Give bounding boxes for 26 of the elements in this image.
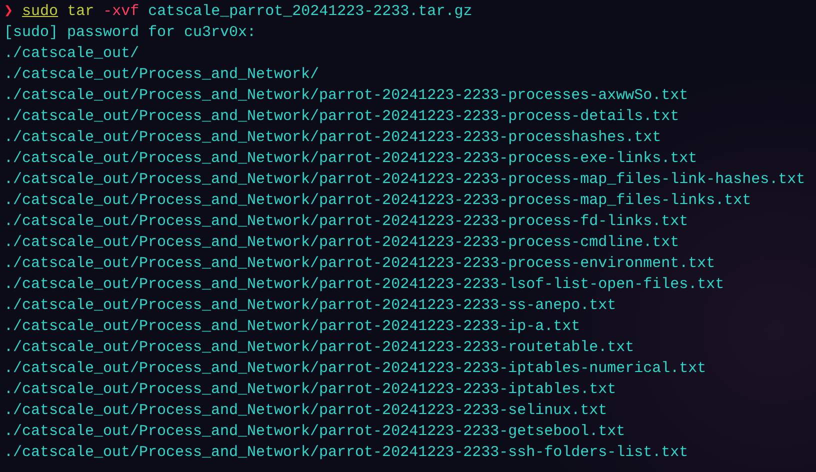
output-line: [sudo] password for cu3rv0x: xyxy=(4,24,256,41)
output-line: ./catscale_out/Process_and_Network/parrot-20241223-2233-processhashes.txt xyxy=(4,129,662,146)
output-line: ./catscale_out/Process_and_Network/parrot-20241223-2233-process-fd-links.txt xyxy=(4,213,688,230)
output-line: ./catscale_out/Process_and_Network/parrot-20241223-2233-iptables.txt xyxy=(4,381,616,398)
command-name: sudo xyxy=(22,3,58,20)
output-line: ./catscale_out/Process_and_Network/parrot-20241223-2233-process-map_files-links.txt xyxy=(4,192,752,209)
output-line: ./catscale_out/ xyxy=(4,45,140,62)
command-argument: catscale_parrot_20241223-2233.tar.gz xyxy=(148,3,472,20)
prompt-symbol: ❯ xyxy=(4,3,14,20)
output-line: ./catscale_out/Process_and_Network/parrot-20241223-2233-process-cmdline.txt xyxy=(4,234,680,251)
output-line: ./catscale_out/Process_and_Network/parrot-20241223-2233-ssh-folders-list.txt xyxy=(4,444,688,461)
output-line: ./catscale_out/Process_and_Network/parrot-20241223-2233-process-environment.txt xyxy=(4,255,716,272)
command-name: tar xyxy=(67,3,94,20)
output-line: ./catscale_out/Process_and_Network/parrot-20241223-2233-lsof-list-open-files.txt xyxy=(4,276,724,293)
option-text: -xvf xyxy=(103,3,140,20)
output-line: ./catscale_out/Process_and_Network/parrot-20241223-2233-iptables-numerical.txt xyxy=(4,360,706,377)
output-line: ./catscale_out/Process_and_Network/parrot-20241223-2233-routetable.txt xyxy=(4,339,634,356)
output-line: ./catscale_out/Process_and_Network/parrot-20241223-2233-ss-anepo.txt xyxy=(4,297,616,314)
output-line: ./catscale_out/Process_and_Network/parrot-20241223-2233-process-details.txt xyxy=(4,108,680,125)
output-line: ./catscale_out/Process_and_Network/parrot-20241223-2233-selinux.txt xyxy=(4,402,608,419)
output-line: ./catscale_out/Process_and_Network/parrot-20241223-2233-processes-axwwSo.txt xyxy=(4,87,688,104)
output-line: ./catscale_out/Process_and_Network/parrot-20241223-2233-process-exe-links.txt xyxy=(4,150,698,167)
output-line: ./catscale_out/Process_and_Network/parrot-20241223-2233-getsebool.txt xyxy=(4,423,626,440)
output-line: ./catscale_out/Process_and_Network/parrot-20241223-2233-process-map_files-link-hashes.txt xyxy=(4,171,806,188)
output-line: ./catscale_out/Process_and_Network/ xyxy=(4,66,320,83)
output-line: ./catscale_out/Process_and_Network/parrot-20241223-2233-ip-a.txt xyxy=(4,318,580,335)
